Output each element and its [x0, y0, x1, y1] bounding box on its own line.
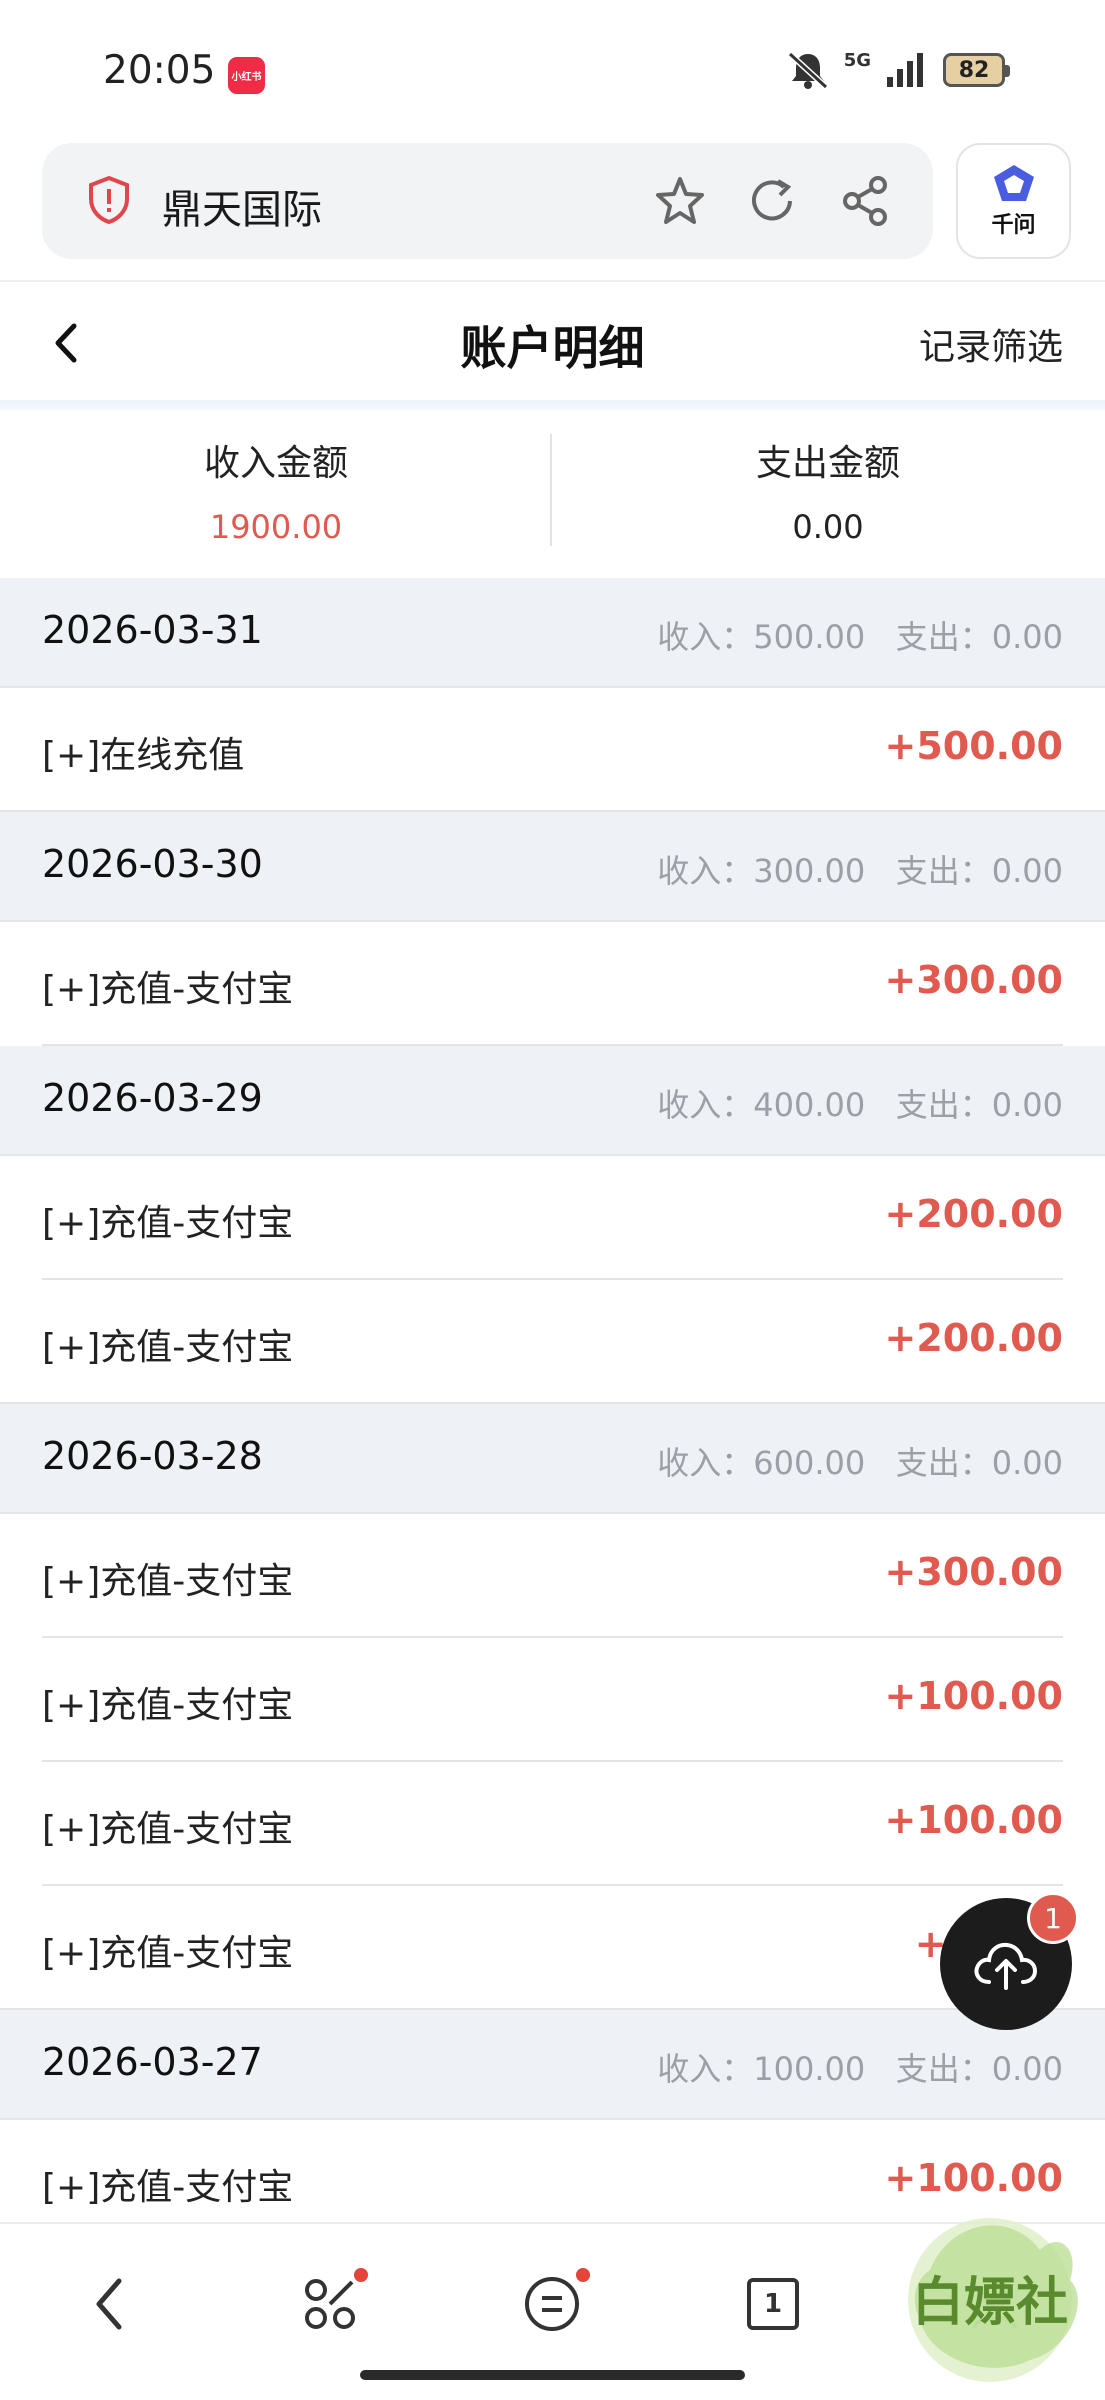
- group-summary: 收入：300.00 支出：0.00: [657, 852, 1063, 890]
- expense-value: 0.00: [792, 508, 864, 546]
- group-date: 2026-03-27: [42, 2040, 263, 2084]
- cloud-upload-icon: [974, 1942, 1038, 1990]
- transaction-label: [+]充值-支付宝: [42, 969, 294, 1010]
- tab-count: 1: [763, 2289, 783, 2319]
- group-date: 2026-03-31: [42, 608, 263, 652]
- watermark-text: 白嫖社: [912, 2273, 1068, 2333]
- baipiaoshe-watermark-logo: 白嫖社: [908, 2218, 1078, 2382]
- status-time: 20:05: [103, 48, 216, 93]
- group-date: 2026-03-29: [42, 1076, 263, 1120]
- transaction-row[interactable]: [+]在线充值 +500.00: [0, 688, 1105, 812]
- status-icons: 5G 82: [786, 49, 1010, 90]
- date-group-header: 2026-03-27 收入：100.00 支出：0.00: [0, 2010, 1105, 2120]
- group-summary: 收入：600.00 支出：0.00: [657, 1444, 1063, 1482]
- transaction-row[interactable]: [+]充值-支付宝 +1: [0, 1886, 1105, 2010]
- app-notification-icon: 小红书: [228, 57, 265, 94]
- status-bar: 20:05 小红书 5G 82: [0, 0, 1105, 140]
- battery-icon: 82: [943, 53, 1010, 87]
- address-bar[interactable]: 鼎天国际: [42, 143, 933, 259]
- signal-icon: [887, 53, 923, 87]
- transaction-row[interactable]: [+]充值-支付宝 +100.00: [0, 1638, 1105, 1762]
- transaction-label: [+]在线充值: [42, 735, 245, 776]
- date-group-header: 2026-03-29 收入：400.00 支出：0.00: [0, 1046, 1105, 1156]
- tabs-icon: 1: [747, 2278, 799, 2330]
- date-group-header: 2026-03-31 收入：500.00 支出：0.00: [0, 578, 1105, 688]
- page-header: 账户明细 记录筛选: [0, 282, 1105, 404]
- transaction-label: [+]充值-支付宝: [42, 1203, 294, 1244]
- transaction-row[interactable]: [+]充值-支付宝 +300.00: [0, 922, 1105, 1046]
- header-divider: [0, 400, 1105, 410]
- transaction-amount: +200.00: [884, 1192, 1063, 1236]
- transaction-amount: +500.00: [884, 724, 1063, 768]
- date-group-header: 2026-03-28 收入：600.00 支出：0.00: [0, 1404, 1105, 1514]
- transaction-label: [+]充值-支付宝: [42, 2167, 294, 2208]
- shield-alert-icon[interactable]: [87, 175, 131, 225]
- group-summary: 收入：500.00 支出：0.00: [657, 618, 1063, 656]
- transaction-row[interactable]: [+]充值-支付宝 +200.00: [0, 1156, 1105, 1280]
- nav-back-button[interactable]: [68, 2264, 148, 2344]
- summary-divider: [550, 434, 552, 546]
- transaction-label: [+]充值-支付宝: [42, 1327, 294, 1368]
- group-summary: 收入：100.00 支出：0.00: [657, 2050, 1063, 2088]
- expense-summary: 支出金额 0.00: [552, 410, 1104, 578]
- date-group-header: 2026-03-30 收入：300.00 支出：0.00: [0, 812, 1105, 922]
- chevron-left-icon: [96, 2278, 122, 2330]
- transaction-label: [+]充值-支付宝: [42, 1561, 294, 1602]
- mute-icon: [787, 51, 828, 90]
- group-summary: 收入：400.00 支出：0.00: [657, 1086, 1063, 1124]
- transaction-list: 2026-03-31 收入：500.00 支出：0.00 [+]在线充值 +50…: [0, 578, 1105, 2244]
- transaction-row[interactable]: [+]充值-支付宝 +300.00: [0, 1514, 1105, 1638]
- battery-level: 82: [958, 57, 990, 83]
- network-type: 5G: [843, 49, 871, 71]
- nav-dot-indicator: [576, 2268, 590, 2282]
- transaction-row[interactable]: [+]充值-支付宝 +200.00: [0, 1280, 1105, 1404]
- record-filter-button[interactable]: 记录筛选: [919, 318, 1063, 370]
- transaction-amount: +300.00: [884, 958, 1063, 1002]
- nav-menu-button[interactable]: [512, 2264, 592, 2344]
- qianwen-label: 千问: [991, 213, 1036, 238]
- income-label: 收入金额: [203, 443, 348, 484]
- star-icon[interactable]: [652, 173, 708, 229]
- group-date: 2026-03-30: [42, 842, 263, 886]
- transaction-label: [+]充值-支付宝: [42, 1685, 294, 1726]
- expense-label: 支出金额: [755, 443, 900, 484]
- notification-badge: 1: [1027, 1892, 1079, 1944]
- income-summary: 收入金额 1900.00: [0, 410, 552, 578]
- apps-icon: [305, 2279, 355, 2329]
- nav-tabs-button[interactable]: 1: [733, 2264, 813, 2344]
- group-date: 2026-03-28: [42, 1434, 263, 1478]
- nav-dot-indicator: [354, 2268, 368, 2282]
- transaction-label: [+]充值-支付宝: [42, 1809, 294, 1850]
- site-name[interactable]: 鼎天国际: [162, 177, 322, 235]
- transaction-amount: +300.00: [884, 1550, 1063, 1594]
- transaction-amount: +100.00: [884, 1674, 1063, 1718]
- home-indicator[interactable]: [360, 2370, 745, 2380]
- qianwen-logo-icon: [993, 165, 1034, 201]
- income-value: 1900.00: [209, 508, 343, 546]
- transaction-label: [+]充值-支付宝: [42, 1933, 294, 1974]
- qianwen-assistant-button[interactable]: 千问: [956, 143, 1071, 259]
- menu-icon: [525, 2277, 579, 2331]
- transaction-row[interactable]: [+]充值-支付宝 +100.00: [0, 1762, 1105, 1886]
- share-icon[interactable]: [838, 173, 894, 229]
- summary-panel: 收入金额 1900.00 支出金额 0.00: [0, 410, 1105, 578]
- refresh-icon[interactable]: [744, 173, 800, 229]
- transaction-amount: +200.00: [884, 1316, 1063, 1360]
- nav-apps-button[interactable]: [290, 2264, 370, 2344]
- transaction-amount: +100.00: [884, 1798, 1063, 1842]
